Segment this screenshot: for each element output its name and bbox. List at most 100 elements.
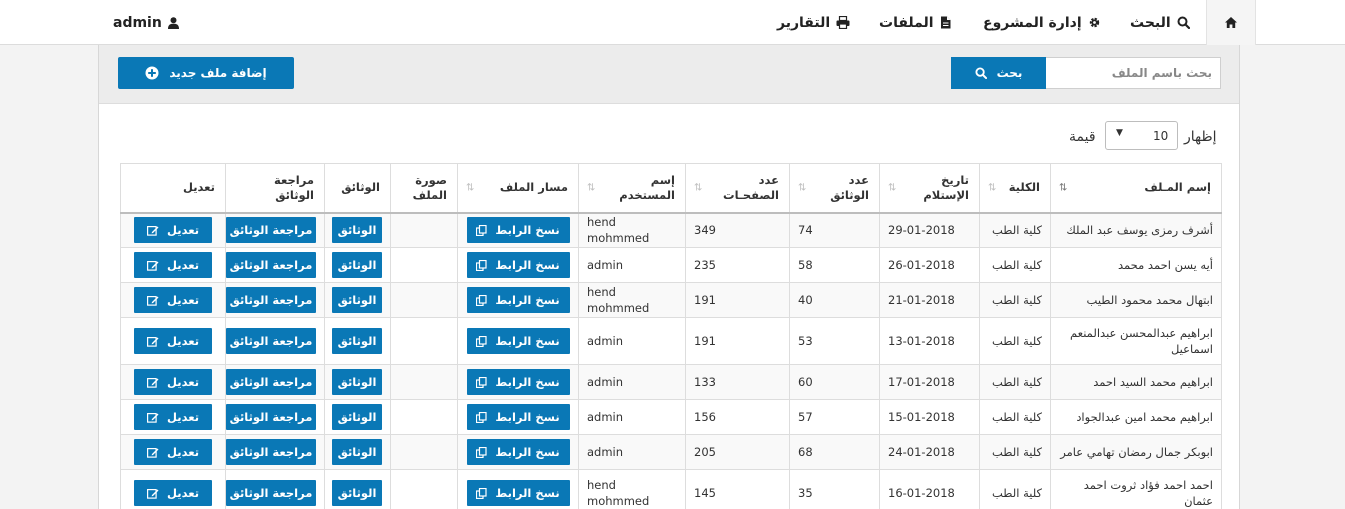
review-documents-button[interactable]: مراجعة الوثائق (226, 328, 316, 354)
edit-button-label: تعديل (166, 334, 200, 348)
column-header-pages-count[interactable]: عدد الصفحـات ⇅ (685, 163, 790, 214)
search-input[interactable] (1046, 57, 1221, 89)
review-documents-button[interactable]: مراجعة الوثائق (226, 439, 316, 465)
copy-link-button-label: نسخ الرابط (495, 258, 560, 272)
docs-count-cell: 58 (789, 247, 880, 283)
review-documents-button[interactable]: مراجعة الوثائق (226, 404, 316, 430)
user-cell: hend mohmmed (578, 212, 686, 248)
table-row: ابوبكر جمال رمضان تهامي عامر كلية الطب 24-… (120, 434, 1222, 470)
add-file-button[interactable]: إضافة ملف جديد (118, 57, 294, 89)
edit-button[interactable]: تعديل (134, 404, 212, 430)
search-button-label: بحث (996, 66, 1023, 80)
review-documents-button[interactable]: مراجعة الوثائق (226, 252, 316, 278)
edit-icon (146, 295, 159, 306)
table-row: أيه يسن احمد محمد كلية الطب 26-01-2018 58 23… (120, 247, 1222, 283)
edit-icon (146, 412, 159, 423)
file-path-cell: نسخ الرابط (457, 317, 579, 365)
docs-count-cell: 35 (789, 469, 880, 509)
home-icon (1224, 16, 1238, 29)
user-cell: hend mohmmed (578, 469, 686, 509)
edit-button[interactable]: تعديل (134, 217, 212, 244)
file-name-cell: ابوبكر جمال رمضان تهامي عامر (1050, 434, 1222, 470)
user-cell: admin (578, 317, 686, 365)
edit-button[interactable]: تعديل (134, 439, 212, 465)
column-header-label: إسم (650, 172, 675, 187)
review-documents-button-label: مراجعة الوثائق (229, 410, 313, 424)
copy-link-button-label: نسخ الرابط (495, 293, 560, 307)
table-row: احمد احمد فؤاد ثروت احمد عثمان كلية الطب 1… (120, 469, 1222, 509)
documents-button-label: الوثائق (337, 375, 377, 389)
docs-count-cell: 74 (789, 212, 880, 248)
search-button[interactable]: بحث (951, 57, 1046, 89)
user-menu[interactable]: admin (113, 0, 179, 45)
edit-icon (146, 377, 159, 388)
edit-button[interactable]: تعديل (134, 287, 212, 313)
sort-icon: ⇅ (466, 182, 475, 194)
review-documents-button[interactable]: مراجعة الوثائق (226, 217, 316, 244)
documents-button[interactable]: الوثائق (332, 404, 382, 430)
nav-search[interactable]: البحث (1130, 0, 1190, 45)
documents-button-label: الوثائق (337, 410, 377, 424)
copy-link-button[interactable]: نسخ الرابط (466, 439, 570, 465)
copy-link-button-label: نسخ الرابط (495, 445, 560, 459)
nav-reports[interactable]: التقارير (777, 0, 850, 45)
pages-count-cell: 156 (685, 399, 790, 435)
documents-button[interactable]: الوثائق (332, 328, 382, 354)
review-documents-button[interactable]: مراجعة الوثائق (226, 287, 316, 313)
copy-link-button[interactable]: نسخ الرابط (466, 287, 570, 313)
nav-project[interactable]: إدارة المشروع (983, 0, 1101, 45)
edit-cell: تعديل (120, 364, 226, 400)
documents-button[interactable]: الوثائق (332, 480, 382, 506)
documents-button[interactable]: الوثائق (332, 217, 382, 244)
page-size-select[interactable]: 10 ▼ (1105, 121, 1178, 150)
column-header-review-documents: مراجعة الوثائق (225, 163, 325, 214)
file-image-cell (390, 317, 458, 365)
search-icon (975, 67, 987, 79)
date-cell: 15-01-2018 (879, 399, 980, 435)
sort-icon: ⇅ (798, 182, 807, 194)
copy-link-button[interactable]: نسخ الرابط (466, 404, 570, 430)
edit-button-label: تعديل (166, 223, 200, 238)
edit-button-label: تعديل (166, 486, 200, 500)
documents-button[interactable]: الوثائق (332, 369, 382, 395)
nav-files[interactable]: الملفات (879, 0, 951, 45)
panel-toolbar: إضافة ملف جديد بحث (99, 45, 1239, 104)
column-header-docs-count[interactable]: عدد الوثائق ⇅ (789, 163, 880, 214)
edit-button[interactable]: تعديل (134, 252, 212, 278)
copy-link-button[interactable]: نسخ الرابط (466, 369, 570, 395)
review-cell: مراجعة الوثائق (225, 282, 325, 318)
date-cell: 21-01-2018 (879, 282, 980, 318)
column-header-label: تاريخ (941, 172, 969, 187)
column-header-label: صورة (415, 172, 447, 187)
copy-link-button[interactable]: نسخ الرابط (466, 252, 570, 278)
review-documents-button-label: مراجعة الوثائق (229, 223, 313, 238)
documents-button[interactable]: الوثائق (332, 287, 382, 313)
review-documents-button[interactable]: مراجعة الوثائق (226, 480, 316, 506)
plus-circle-icon (145, 66, 159, 80)
edit-button[interactable]: تعديل (134, 480, 212, 506)
column-header-receive-date[interactable]: تاريخ الإستلام ⇅ (879, 163, 980, 214)
copy-link-button[interactable]: نسخ الرابط (466, 328, 570, 354)
table-row: ابراهيم محمد السيد احمد كلية الطب 17-01-20… (120, 364, 1222, 400)
column-header-file-name[interactable]: إسم المـلف ⇅ (1050, 163, 1222, 214)
college-cell: كلية الطب (979, 317, 1051, 365)
copy-link-button[interactable]: نسخ الرابط (466, 480, 570, 506)
column-header-label-line2: الملف (412, 187, 447, 202)
edit-button[interactable]: تعديل (134, 369, 212, 395)
table-row: ابراهيم محمد امين عبدالجواد كلية الطب 15-0… (120, 399, 1222, 435)
copy-link-button[interactable]: نسخ الرابط (466, 217, 570, 244)
documents-button[interactable]: الوثائق (332, 252, 382, 278)
user-cell: hend mohmmed (578, 282, 686, 318)
edit-button[interactable]: تعديل (134, 328, 212, 354)
nav-home[interactable] (1206, 0, 1256, 45)
column-header-file-path[interactable]: مسار الملف ⇅ (457, 163, 579, 214)
review-documents-button[interactable]: مراجعة الوثائق (226, 369, 316, 395)
table-row: أشرف رمزى يوسف عبد الملك كلية الطب 29-01-2… (120, 212, 1222, 248)
column-header-college[interactable]: الكلية ⇅ (979, 163, 1051, 214)
date-cell: 16-01-2018 (879, 469, 980, 509)
column-header-user-name[interactable]: إسم المستخدم ⇅ (578, 163, 686, 214)
documents-button[interactable]: الوثائق (332, 439, 382, 465)
column-header-label-line2: الإستلام (923, 187, 969, 202)
column-header-label: عدد (848, 172, 869, 187)
college-cell: كلية الطب (979, 434, 1051, 470)
